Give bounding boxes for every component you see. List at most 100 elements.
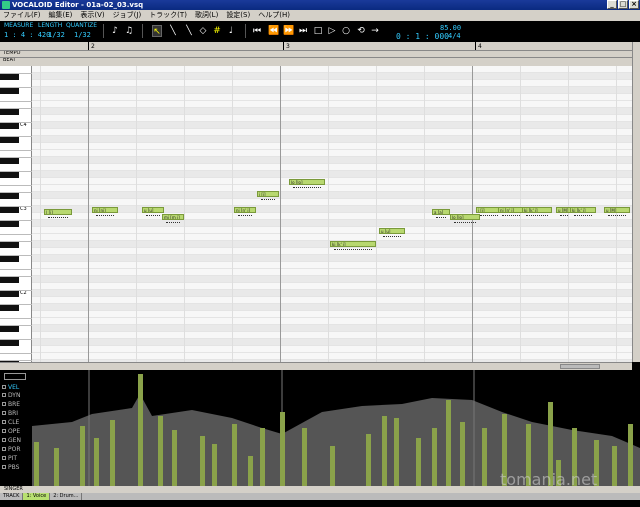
note-block[interactable]: u [M] [604, 207, 630, 213]
black-key[interactable] [0, 256, 19, 262]
control-gen[interactable]: GEN [2, 437, 21, 445]
control-track-panel[interactable]: VEL DYN BRE BRI CLE OPE GEN POR PIT PBS [0, 370, 640, 486]
rewind-start-icon[interactable]: ⏮ [252, 25, 262, 37]
rewind-icon[interactable]: ⏪ [268, 25, 279, 37]
pitch-lane[interactable] [32, 234, 632, 241]
pitch-lane[interactable] [32, 262, 632, 269]
pitch-lane[interactable] [32, 255, 632, 262]
pitch-lane[interactable] [32, 129, 632, 136]
velocity-bar[interactable] [366, 434, 371, 486]
black-key[interactable] [0, 172, 19, 178]
close-button[interactable]: × [629, 0, 639, 9]
note-block[interactable]: mi [m i] [162, 214, 184, 220]
note-block[interactable]: ki [k' i] [570, 207, 596, 213]
note-up-icon[interactable]: ♪ [110, 25, 120, 37]
maximize-button[interactable]: □ [618, 0, 628, 9]
pitch-lane[interactable] [32, 269, 632, 276]
velocity-bar[interactable] [260, 428, 265, 486]
velocity-bar[interactable] [54, 448, 59, 486]
note-block[interactable]: ki [k' i] [522, 207, 552, 213]
control-selector[interactable] [4, 373, 26, 380]
vertical-scrollbar[interactable] [632, 42, 640, 362]
velocity-bar[interactable] [200, 436, 205, 486]
piano-roll[interactable]: C4 C3 C2 | [i] ni [ni] u [u] mi [m i] ni [n'… [0, 66, 632, 362]
velocity-bar[interactable] [94, 438, 99, 486]
pitch-lane[interactable] [32, 178, 632, 185]
black-key[interactable] [0, 361, 19, 362]
note-block[interactable]: ni [ni] [92, 207, 118, 213]
control-dyn[interactable]: DYN [2, 392, 20, 400]
pitch-lane[interactable] [32, 101, 632, 108]
note-block[interactable]: ni [n' i] [234, 207, 256, 213]
velocity-bar[interactable] [446, 400, 451, 486]
black-key[interactable] [0, 109, 19, 115]
pitch-lane[interactable] [32, 332, 632, 339]
black-key[interactable] [0, 123, 19, 129]
note-icon[interactable]: ♩ [226, 25, 236, 37]
velocity-bar[interactable] [432, 428, 437, 486]
pitch-lane[interactable] [32, 199, 632, 206]
black-key[interactable] [0, 221, 19, 227]
menu-settings[interactable]: 設定(S) [226, 10, 250, 21]
black-key[interactable] [0, 88, 19, 94]
black-key[interactable] [0, 291, 19, 297]
minimize-button[interactable]: _ [607, 0, 617, 9]
velocity-bar[interactable] [248, 456, 253, 486]
note-block[interactable]: | [i] [44, 209, 72, 215]
black-key[interactable] [0, 137, 19, 143]
line-tool-icon[interactable]: ╲ [184, 25, 194, 37]
track-tab-2[interactable]: 2: Drum... [50, 493, 83, 500]
pitch-lane[interactable] [32, 136, 632, 143]
pitch-lane[interactable] [32, 143, 632, 150]
scroll-thumb[interactable] [560, 364, 600, 369]
note-block[interactable]: u [u] [142, 207, 164, 213]
control-bri[interactable]: BRI [2, 410, 18, 418]
pitch-lane[interactable] [32, 318, 632, 325]
pitch-lane[interactable] [32, 325, 632, 332]
track-tab-1[interactable]: 1: Voice [23, 493, 51, 500]
velocity-bar[interactable] [460, 422, 465, 486]
forward-icon[interactable]: ⏩ [283, 25, 294, 37]
control-vel[interactable]: VEL [2, 384, 19, 392]
menu-file[interactable]: ファイル(F) [3, 10, 41, 21]
control-por[interactable]: POR [2, 446, 21, 454]
forward-end-icon[interactable]: ⏭ [298, 25, 308, 37]
black-key[interactable] [0, 242, 19, 248]
pitch-lane[interactable] [32, 339, 632, 346]
velocity-bar[interactable] [416, 438, 421, 486]
velocity-bar[interactable] [628, 424, 633, 486]
note-block[interactable]: i [i] [257, 191, 279, 197]
loop-icon[interactable]: ⟲ [356, 25, 366, 37]
pitch-lane[interactable] [32, 283, 632, 290]
grid-icon[interactable]: # [212, 25, 222, 37]
black-key[interactable] [0, 207, 19, 213]
velocity-bar[interactable] [110, 420, 115, 486]
control-cle[interactable]: CLE [2, 419, 19, 427]
arrow-tool-icon[interactable]: ↖ [152, 25, 162, 37]
pitch-lane[interactable] [32, 297, 632, 304]
pitch-lane[interactable] [32, 157, 632, 164]
quantize-select[interactable]: 1/32 [74, 31, 91, 39]
velocity-bar[interactable] [280, 412, 285, 486]
menu-lyrics[interactable]: 歌詞(L) [195, 10, 218, 21]
stop-icon[interactable]: □ [313, 25, 323, 37]
pitch-lane[interactable] [32, 122, 632, 129]
black-key[interactable] [0, 193, 19, 199]
velocity-bar[interactable] [330, 446, 335, 486]
eraser-tool-icon[interactable]: ◇ [198, 25, 208, 37]
note-grid[interactable]: | [i] ni [ni] u [u] mi [m i] ni [n' i] i [i] l… [32, 66, 632, 362]
horizontal-scrollbar[interactable] [0, 362, 632, 370]
pitch-lane[interactable] [32, 66, 632, 73]
pitch-lane[interactable] [32, 73, 632, 80]
velocity-bar[interactable] [212, 444, 217, 486]
pitch-lane[interactable] [32, 248, 632, 255]
note-block[interactable]: u [u] [379, 228, 405, 234]
piano-keyboard[interactable]: C4 C3 C2 [0, 66, 32, 362]
note-down-icon[interactable]: ♫ [124, 25, 134, 37]
note-block[interactable]: lo [lo] [450, 214, 480, 220]
black-key[interactable] [0, 326, 19, 332]
black-key[interactable] [0, 340, 19, 346]
pitch-lane[interactable] [32, 346, 632, 353]
ruler[interactable]: TEMPO BEAT 2 3 4 [0, 42, 640, 66]
pitch-lane[interactable] [32, 353, 632, 360]
